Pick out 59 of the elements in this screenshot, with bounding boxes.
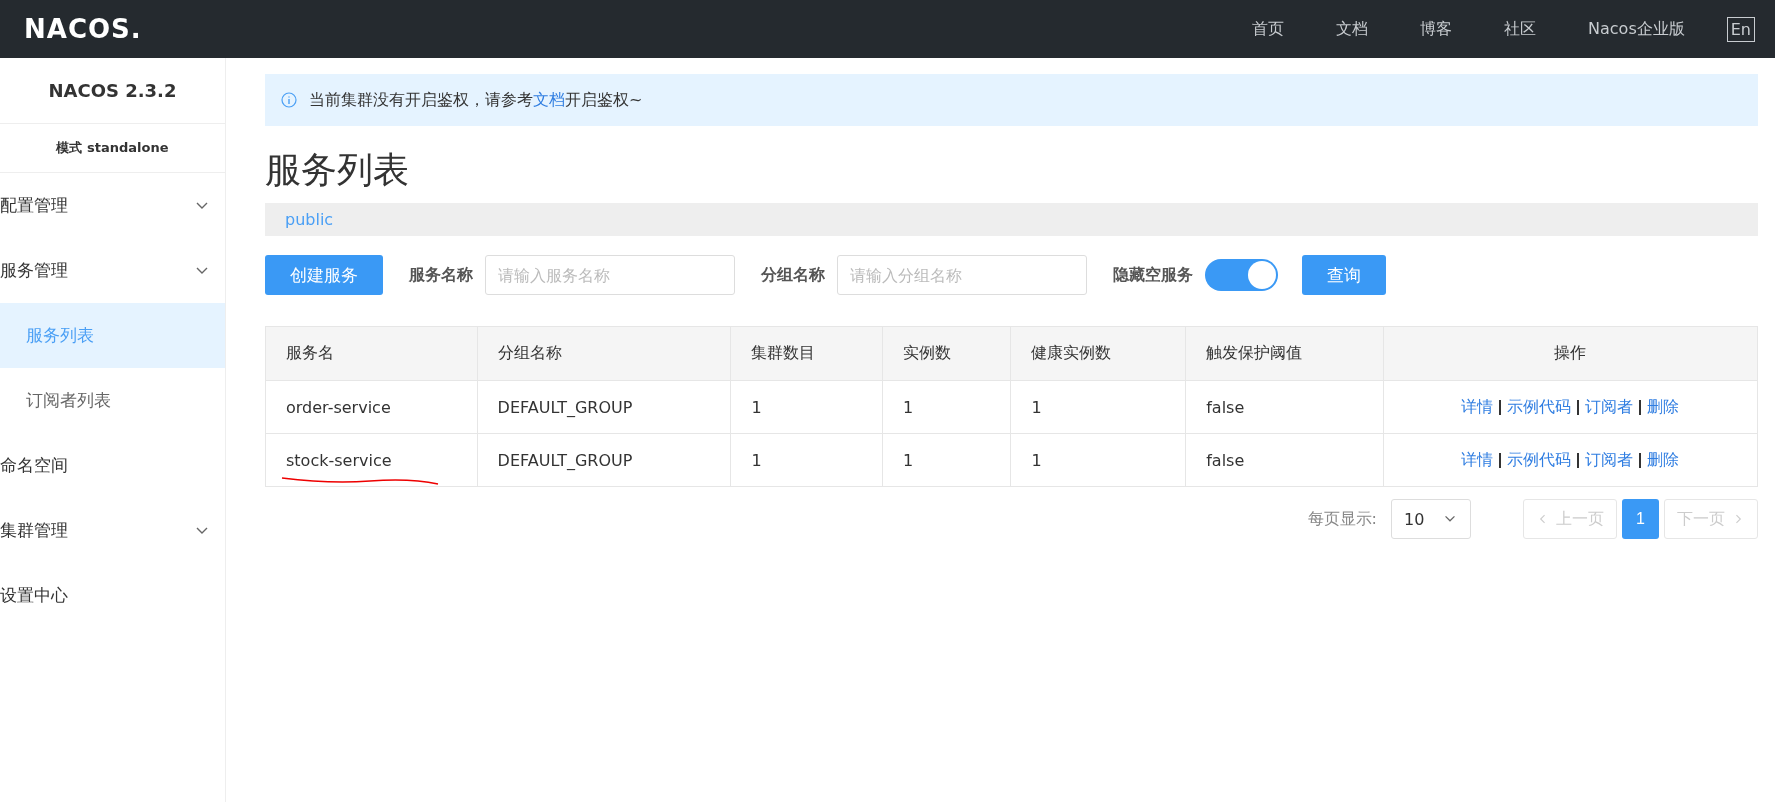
sidebar-subitem[interactable]: 服务列表 (0, 303, 225, 368)
info-icon (281, 92, 297, 108)
table-cell: 1 (882, 433, 1011, 487)
column-header: 实例数 (882, 326, 1011, 381)
nav-link[interactable]: 社区 (1504, 18, 1537, 40)
action-link[interactable]: 删除 (1647, 396, 1680, 416)
group-name-field[interactable]: 请输入分组名称 (837, 255, 1087, 295)
column-header: 触发保护阈值 (1185, 326, 1384, 381)
nav-link[interactable]: 文档 (1336, 18, 1369, 40)
column-header: 操作 (1383, 326, 1758, 381)
table-cell: 1 (730, 380, 883, 434)
action-link[interactable]: 详情 (1461, 396, 1494, 416)
column-header: 分组名称 (477, 326, 731, 381)
table-cell: 1 (1011, 380, 1186, 434)
nav-link[interactable]: Nacos企业版 (1588, 18, 1685, 40)
field-label: 服务名称 (409, 264, 473, 286)
nacos-logo[interactable]: NACOS. (24, 14, 142, 44)
sidebar-subitem[interactable]: 订阅者列表 (0, 368, 225, 433)
namespace-link[interactable]: public (285, 210, 334, 229)
table-cell: order-service (265, 380, 478, 434)
version-title: NACOS 2.3.2 (0, 58, 225, 124)
sidebar-item[interactable]: 命名空间 (0, 433, 225, 498)
page-title: 服务列表 (265, 148, 410, 192)
table-cell: false (1185, 380, 1384, 434)
table-cell: false (1185, 433, 1384, 487)
field-label: 隐藏空服务 (1113, 264, 1193, 286)
sidebar-item[interactable]: 集群管理 (0, 498, 225, 563)
page-button[interactable]: 1 (1622, 499, 1659, 539)
action-link[interactable]: 示例代码 (1507, 396, 1572, 416)
table-cell: 1 (882, 380, 1011, 434)
table-cell: DEFAULT_GROUP (477, 433, 731, 487)
create-service-button[interactable]: 创建服务 (265, 255, 383, 295)
nav-link[interactable]: 首页 (1252, 18, 1285, 40)
hide-empty-switch[interactable] (1205, 259, 1278, 291)
column-header: 集群数目 (730, 326, 883, 381)
action-link[interactable]: 详情 (1461, 449, 1494, 469)
page-size-select[interactable]: 10 (1391, 499, 1471, 539)
field-label: 分组名称 (761, 264, 825, 286)
column-header: 健康实例数 (1011, 326, 1186, 381)
sidebar-item[interactable]: 服务管理 (0, 238, 225, 303)
service-name-field[interactable]: 请输入服务名称 (485, 255, 735, 295)
action-link[interactable]: 示例代码 (1507, 449, 1572, 469)
query-button[interactable]: 查询 (1302, 255, 1386, 295)
column-header: 服务名 (265, 326, 478, 381)
sidebar-item[interactable]: 配置管理 (0, 173, 225, 238)
page-size-label: 每页显示: (1307, 508, 1377, 530)
sidebar-item[interactable]: 设置中心 (0, 563, 225, 628)
table-cell: 1 (1011, 433, 1186, 487)
table-cell: 1 (730, 433, 883, 487)
table-cell: stock-service (265, 433, 478, 487)
action-link[interactable]: 订阅者 (1585, 449, 1634, 469)
action-link[interactable]: 订阅者 (1585, 396, 1634, 416)
action-link[interactable]: 删除 (1647, 449, 1680, 469)
notice-text: 当前集群没有开启鉴权，请参考文档开启鉴权~ (309, 89, 643, 111)
nav-link[interactable]: 博客 (1420, 18, 1453, 40)
language-toggle[interactable]: En (1726, 16, 1755, 42)
table-cell: DEFAULT_GROUP (477, 380, 731, 434)
mode-label: 模式 standalone (0, 124, 225, 173)
docs-link[interactable]: 文档 (533, 89, 565, 109)
